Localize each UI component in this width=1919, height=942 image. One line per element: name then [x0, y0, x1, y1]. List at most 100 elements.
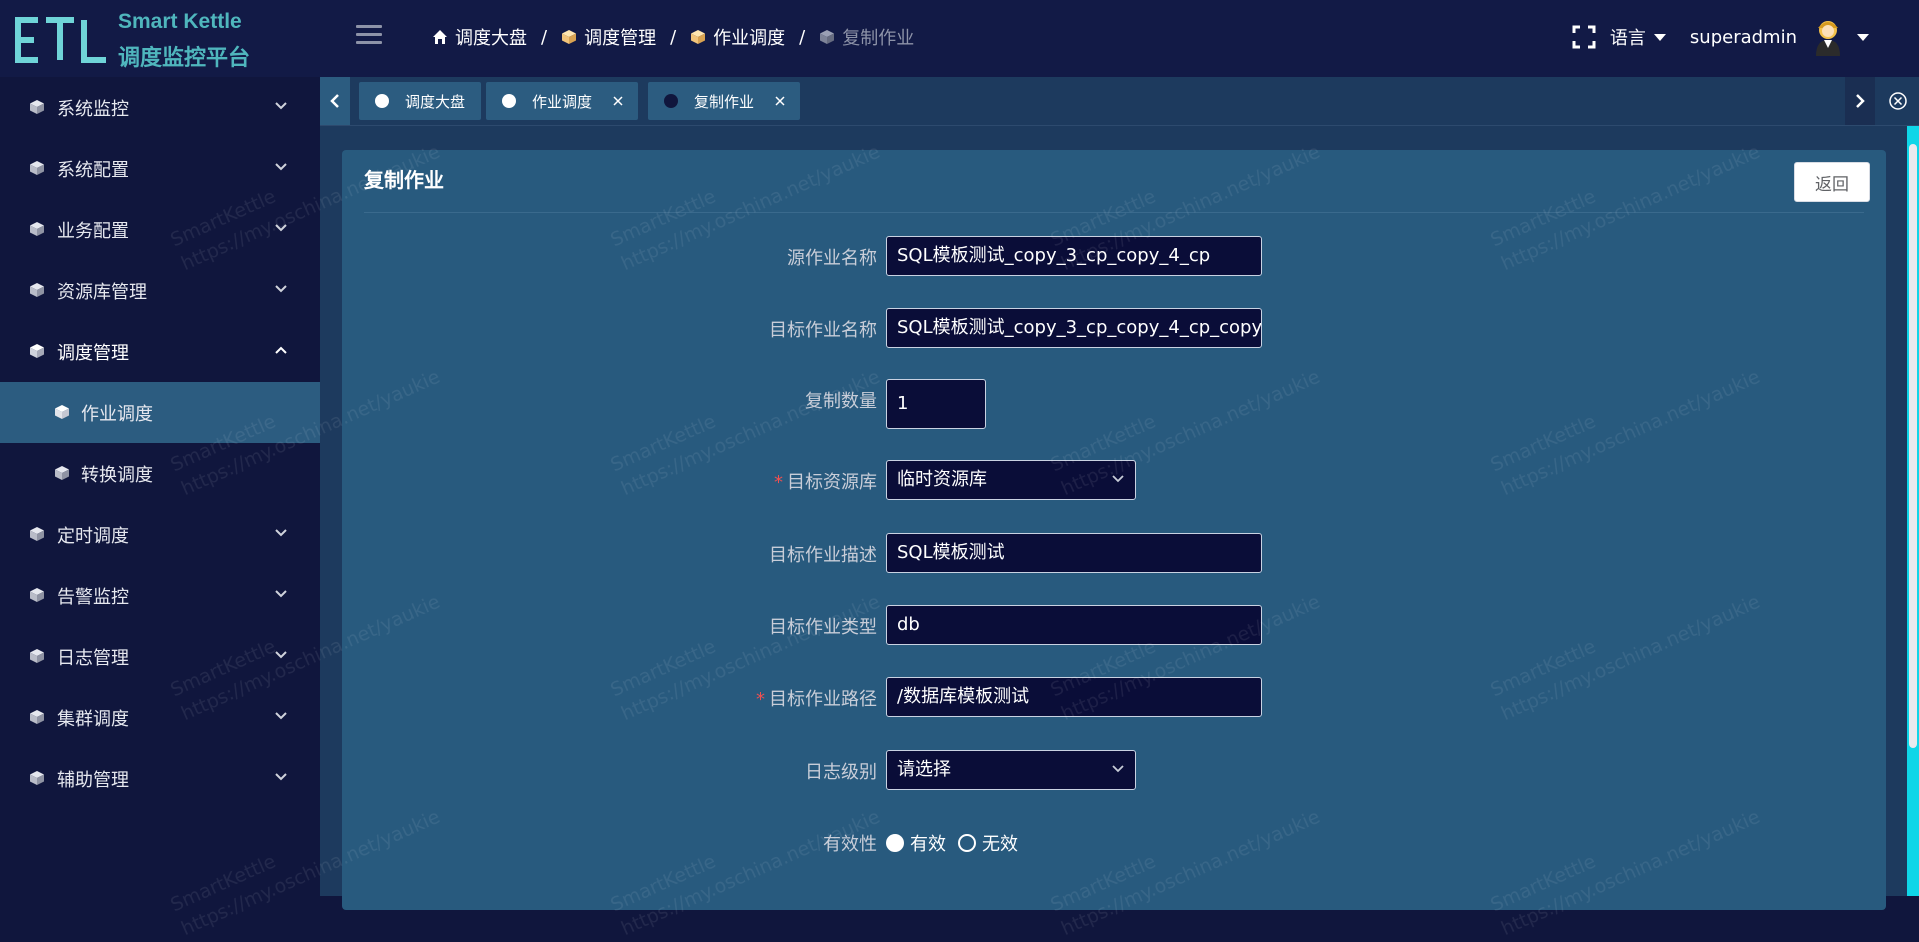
form-row-validity: 有效性 有效 无效	[342, 822, 1886, 862]
user-menu-caret-icon[interactable]	[1857, 33, 1869, 41]
form-row-log-level: 日志级别 请选择	[342, 750, 1886, 790]
sidebar-item-cluster-schedule[interactable]: 集群调度	[0, 687, 320, 748]
sidebar-item-job-schedule[interactable]: 作业调度	[0, 382, 320, 443]
target-repository-select[interactable]: 临时资源库	[886, 460, 1136, 500]
chevron-up-icon	[275, 346, 287, 354]
home-icon	[432, 29, 448, 45]
form-row-target-job-description: 目标作业描述 SQL模板测试	[342, 533, 1886, 573]
copy-count-field[interactable]: 1	[886, 379, 986, 429]
page-title: 复制作业	[364, 168, 444, 192]
sidebar-item-timed-schedule[interactable]: 定时调度	[0, 504, 320, 565]
form-row-target-job-name: 目标作业名称 SQL模板测试_copy_3_cp_copy_4_cp_copy	[342, 308, 1886, 348]
breadcrumb-item-job-schedule[interactable]: 作业调度	[690, 24, 785, 50]
cube-icon	[30, 161, 44, 175]
breadcrumb-item-copy-job: 复制作业	[819, 24, 914, 50]
field-label: 源作业名称	[787, 248, 877, 269]
validity-valid-radio[interactable]	[886, 834, 904, 852]
chevron-down-icon	[1112, 765, 1124, 773]
cube-icon	[30, 527, 44, 541]
cube-icon	[30, 283, 44, 297]
field-label: 目标作业名称	[769, 320, 877, 341]
target-job-type-field[interactable]: db	[886, 605, 1262, 645]
breadcrumb-separator: /	[799, 26, 806, 48]
target-job-path-field[interactable]: /数据库模板测试	[886, 677, 1262, 717]
scrollbar-thumb[interactable]	[1909, 144, 1917, 748]
chevron-down-icon	[275, 590, 287, 598]
etl-logo-icon	[15, 17, 106, 63]
sidebar-item-business-config[interactable]: 业务配置	[0, 199, 320, 260]
breadcrumb-item-schedule-mgmt[interactable]: 调度管理	[561, 24, 656, 50]
required-mark: *	[774, 472, 783, 493]
fullscreen-icon[interactable]	[1572, 25, 1596, 49]
cube-icon	[690, 29, 706, 45]
app-name: Smart Kettle	[118, 10, 242, 33]
app-subtitle: 调度监控平台	[118, 46, 251, 71]
tab-dot	[375, 94, 389, 108]
cube-icon	[55, 466, 69, 480]
vertical-scrollbar[interactable]	[1907, 126, 1919, 896]
sidebar: 系统监控 系统配置 业务配置 资源库管理 调度管理 作业调度 转换调度 定时调度…	[0, 77, 320, 896]
language-switch[interactable]: 语言	[1610, 24, 1666, 50]
sidebar-item-alert-monitor[interactable]: 告警监控	[0, 565, 320, 626]
field-label: * 目标作业路径	[756, 689, 877, 710]
chevron-down-icon	[275, 102, 287, 110]
sidebar-item-log-mgmt[interactable]: 日志管理	[0, 626, 320, 687]
field-label: 目标作业类型	[769, 617, 877, 638]
close-circle-icon	[1889, 92, 1907, 110]
tab-close-icon[interactable]	[612, 95, 624, 107]
chevron-down-icon	[275, 163, 287, 171]
target-job-name-field[interactable]: SQL模板测试_copy_3_cp_copy_4_cp_copy	[886, 308, 1262, 348]
sidebar-item-system-config[interactable]: 系统配置	[0, 138, 320, 199]
tabs-scroll-right-button[interactable]	[1845, 77, 1875, 125]
cube-icon	[30, 710, 44, 724]
copy-job-card: 复制作业 返回 源作业名称 SQL模板测试_copy_3_cp_copy_4_c…	[342, 150, 1886, 910]
validity-invalid-radio[interactable]	[958, 834, 976, 852]
tab-close-icon[interactable]	[774, 95, 786, 107]
field-label: 日志级别	[805, 762, 877, 783]
radio-label[interactable]: 无效	[982, 830, 1018, 856]
field-label: 目标作业描述	[769, 545, 877, 566]
form-row-target-job-type: 目标作业类型 db	[342, 605, 1886, 645]
radio-label[interactable]: 有效	[910, 830, 946, 856]
form-row-target-repository: * 目标资源库 临时资源库	[342, 460, 1886, 500]
chevron-down-icon	[275, 773, 287, 781]
close-all-tabs-button[interactable]	[1877, 77, 1919, 125]
title-divider	[364, 212, 1864, 213]
tabs-bar: 调度大盘 作业调度 复制作业	[320, 77, 1919, 126]
tab-copy-job[interactable]: 复制作业	[648, 82, 801, 120]
chevron-down-icon	[275, 529, 287, 537]
avatar[interactable]	[1811, 18, 1845, 56]
cube-icon	[30, 344, 44, 358]
breadcrumb-item-dashboard[interactable]: 调度大盘	[432, 24, 527, 50]
sidebar-item-repository-mgmt[interactable]: 资源库管理	[0, 260, 320, 321]
breadcrumb: 调度大盘 / 调度管理 / 作业调度 / 复制作业	[432, 24, 914, 50]
tabs-scroll-left-button[interactable]	[320, 77, 350, 125]
top-header: Smart Kettle 调度监控平台 调度大盘 / 调度管理 / 作业调度 /	[0, 0, 1919, 77]
sidebar-item-transform-schedule[interactable]: 转换调度	[0, 443, 320, 504]
cube-icon	[561, 29, 577, 45]
log-level-select[interactable]: 请选择	[886, 750, 1136, 790]
chevron-right-icon	[1856, 94, 1865, 108]
back-button[interactable]: 返回	[1794, 162, 1870, 202]
breadcrumb-separator: /	[541, 26, 548, 48]
tab-job-schedule[interactable]: 作业调度	[486, 82, 639, 120]
main-content: 复制作业 返回 源作业名称 SQL模板测试_copy_3_cp_copy_4_c…	[320, 126, 1919, 910]
sidebar-item-schedule-mgmt[interactable]: 调度管理	[0, 321, 320, 382]
source-job-name-field[interactable]: SQL模板测试_copy_3_cp_copy_4_cp	[886, 236, 1262, 276]
field-label: 有效性	[823, 834, 877, 855]
username[interactable]: superadmin	[1690, 27, 1797, 48]
menu-toggle-icon[interactable]	[356, 25, 382, 45]
chevron-down-icon	[275, 712, 287, 720]
app-logo: Smart Kettle 调度监控平台	[12, 8, 262, 71]
form-row-source-job-name: 源作业名称 SQL模板测试_copy_3_cp_copy_4_cp	[342, 236, 1886, 276]
sidebar-item-aux-mgmt[interactable]: 辅助管理	[0, 748, 320, 809]
sidebar-item-system-monitor[interactable]: 系统监控	[0, 77, 320, 138]
validity-radio-group: 有效 无效	[886, 830, 1030, 856]
tab-dashboard[interactable]: 调度大盘	[359, 82, 482, 120]
cube-icon	[30, 222, 44, 236]
form-row-target-job-path: * 目标作业路径 /数据库模板测试	[342, 677, 1886, 717]
field-label: 复制数量	[805, 391, 877, 412]
chevron-down-icon	[275, 285, 287, 293]
form-row-copy-count: 复制数量 1	[342, 379, 1886, 429]
target-job-description-field[interactable]: SQL模板测试	[886, 533, 1262, 573]
